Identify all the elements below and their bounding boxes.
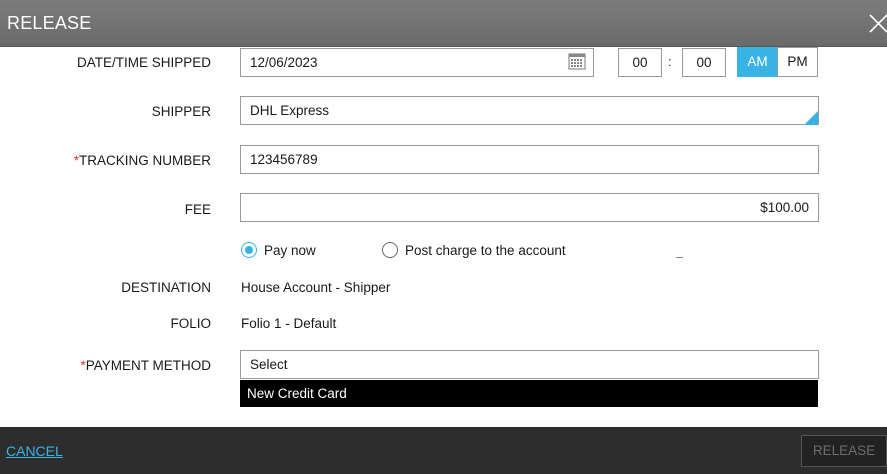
fee-input[interactable]: $100.00 [240, 193, 819, 222]
payment-method-label-text: PAYMENT METHOD [85, 358, 211, 373]
dialog-header: RELEASE [0, 0, 887, 47]
dialog-footer: CANCEL RELEASE [0, 427, 887, 474]
dropdown-indicator-icon [804, 111, 818, 125]
fee-label: FEE [184, 202, 211, 217]
dialog-title: RELEASE [7, 13, 92, 33]
pay-now-label: Pay now [264, 243, 316, 258]
payment-method-value: Select [250, 357, 288, 372]
tracking-number-input[interactable]: 123456789 [240, 145, 819, 174]
post-charge-label: Post charge to the account [405, 243, 566, 258]
post-charge-radio[interactable] [382, 242, 398, 258]
divider [676, 257, 683, 258]
close-icon[interactable] [865, 10, 887, 36]
folio-value: Folio 1 - Default [241, 316, 337, 331]
dropdown-option-new-credit-card[interactable]: New Credit Card [240, 380, 818, 407]
tracking-number-value: 123456789 [250, 152, 318, 167]
destination-value: House Account - Shipper [241, 280, 391, 295]
time-separator: : [668, 54, 672, 69]
shipper-value: DHL Express [250, 103, 330, 118]
tracking-number-label: *TRACKING NUMBER [74, 153, 211, 168]
folio-label: FOLIO [170, 316, 211, 331]
hour-input[interactable]: 00 [618, 48, 662, 77]
fee-value: $100.00 [760, 200, 809, 215]
cancel-button[interactable]: CANCEL [6, 443, 63, 459]
pm-toggle[interactable]: PM [777, 47, 818, 77]
release-button[interactable]: RELEASE [801, 435, 887, 467]
payment-method-select[interactable]: Select [240, 350, 819, 379]
date-time-label: DATE/TIME SHIPPED [76, 55, 211, 70]
minute-input[interactable]: 00 [682, 48, 726, 77]
shipper-select[interactable]: DHL Express [240, 96, 819, 125]
tracking-number-label-text: TRACKING NUMBER [78, 153, 211, 168]
am-toggle[interactable]: AM [737, 47, 778, 77]
shipper-label: SHIPPER [151, 104, 211, 119]
payment-method-label: *PAYMENT METHOD [80, 358, 211, 373]
destination-label: DESTINATION [121, 280, 211, 295]
date-value: 12/06/2023 [250, 55, 318, 70]
pay-now-radio[interactable] [241, 242, 257, 258]
date-shipped-input[interactable]: 12/06/2023 [240, 48, 594, 77]
calendar-icon[interactable] [568, 52, 586, 70]
